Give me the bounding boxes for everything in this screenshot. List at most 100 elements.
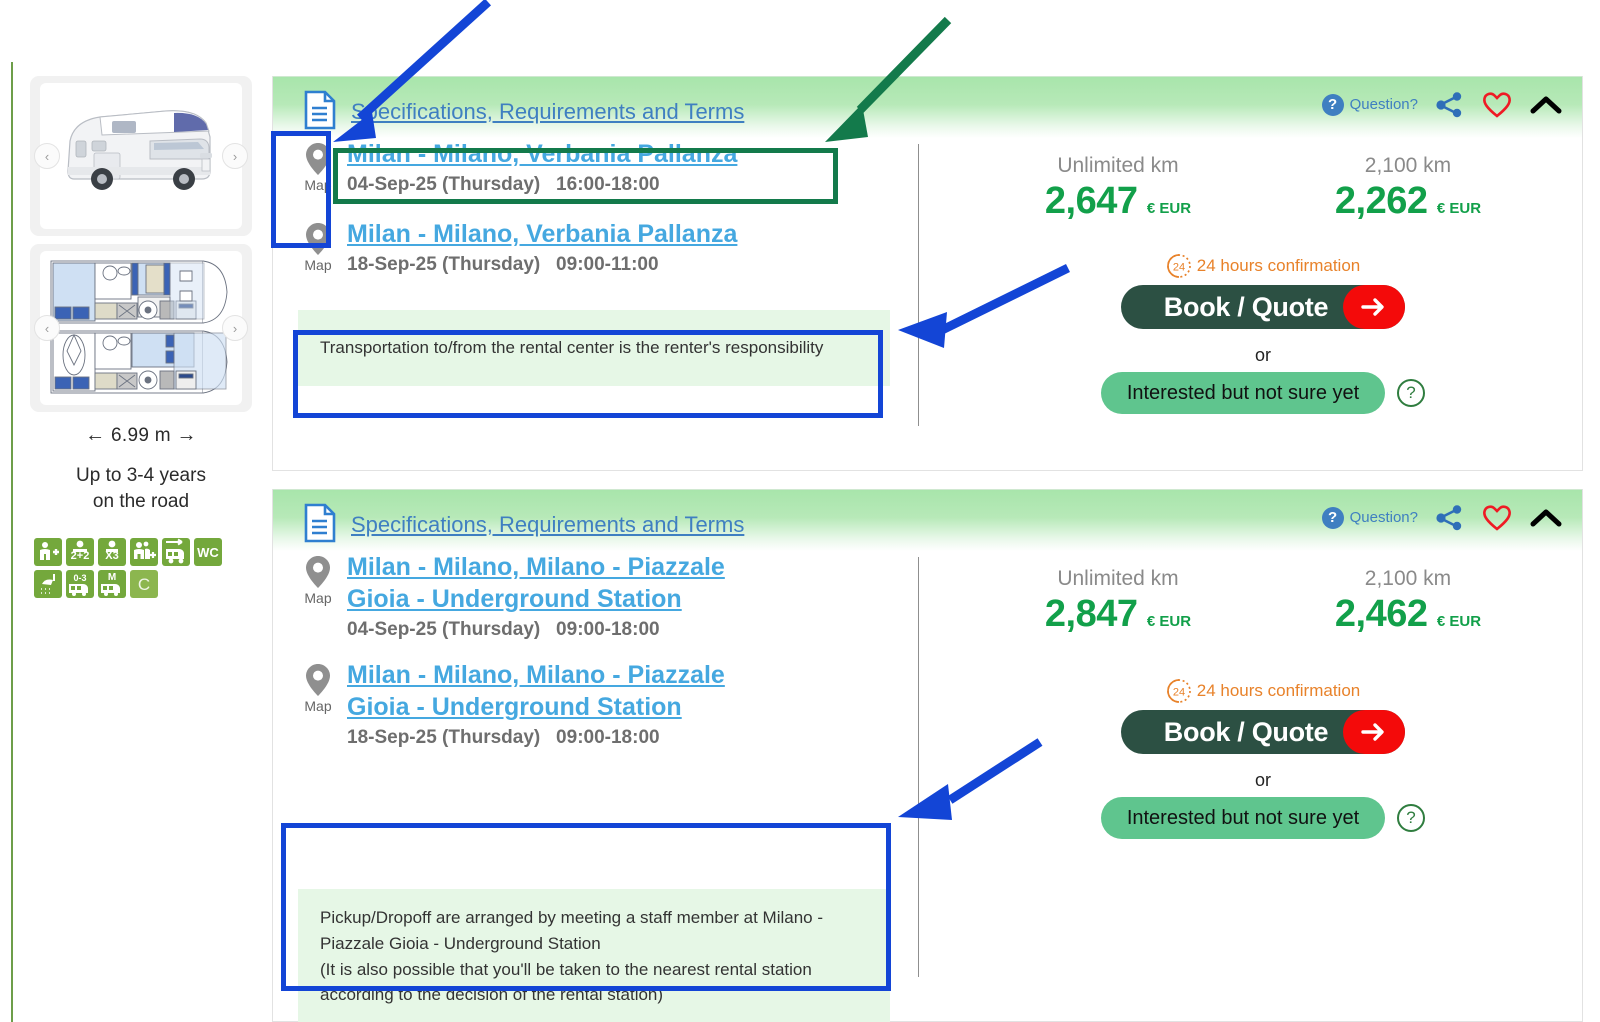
question-button[interactable]: ? Question? [1321,506,1418,529]
map-label: Map [304,590,332,606]
cleaning-icon[interactable]: C [130,570,158,599]
seatbelt-plus-icon[interactable] [34,538,62,567]
photo-prev-button[interactable]: ‹ [34,143,60,169]
wc-label: WC [197,544,219,560]
vehicle-feature-icons: 2+2 X3 WC 0-3 M C [30,538,230,599]
price-column-unlimited: Unlimited km 2,647 € EUR [973,154,1263,223]
chevron-up-icon[interactable] [1530,94,1562,116]
chevron-up-icon[interactable] [1530,507,1562,529]
interested-button[interactable]: Interested but not sure yet [1101,797,1385,839]
or-separator: or [1254,770,1271,790]
pickup-location-text: Milan - Milano, Verbania Pallanza 04-Sep… [347,138,907,196]
price-value: 2,262 [1334,180,1428,222]
pickup-location-text: Milan - Milano, Milano - Piazzale Gioia … [347,551,907,641]
price-column-limited: 2,100 km 2,462 € EUR [1263,567,1553,636]
dropoff-map-button[interactable]: Map [295,222,341,273]
rental-note: Pickup/Dropoff are arranged by meeting a… [298,889,890,1022]
dropoff-location-name-line1[interactable]: Milan - Milano, Milano - Piazzale [347,659,907,691]
dropoff-map-button[interactable]: Map [295,663,341,714]
manual-transmission-icon[interactable]: M [98,570,126,599]
locations-block: Map Milan - Milano, Milano - Piazzale Gi… [287,551,907,753]
age-range-label: 0-3 [73,572,87,583]
photo-next-button[interactable]: › [222,143,248,169]
floorplan-carousel[interactable]: ‹ › [30,244,252,412]
price-columns: Unlimited km 2,847 € EUR 2,100 km 2,462 … [973,567,1553,636]
vehicle-age-note: Up to 3-4 years on the road [30,463,252,514]
help-icon[interactable]: ? [1397,379,1425,407]
map-label: Map [304,177,332,193]
price-and-booking-area: Unlimited km 2,847 € EUR 2,100 km 2,462 … [973,567,1553,839]
interested-button[interactable]: Interested but not sure yet [1101,372,1385,414]
book-quote-button[interactable]: Book / Quote [1121,285,1405,329]
pickup-map-button[interactable]: Map [295,142,341,193]
price-row: 2,262 € EUR [1263,180,1553,223]
map-label: Map [304,257,332,273]
pickup-location-row: Map Milan - Milano, Milano - Piazzale Gi… [287,551,907,641]
price-value: 2,462 [1334,593,1428,635]
pickup-location-name-line2[interactable]: Gioia - Underground Station [347,583,907,615]
interest-row: Interested but not sure yet ? [973,797,1553,839]
book-quote-button[interactable]: Book / Quote [1121,710,1405,754]
svg-text:24: 24 [1173,687,1185,699]
pickup-location-row: Map Milan - Milano, Verbania Pallanza 04… [287,138,907,196]
confirmation-text: 24 hours confirmation [1196,681,1361,700]
question-label: Question? [1349,96,1418,113]
vehicle-length-icon[interactable] [162,538,190,567]
share-icon[interactable] [1436,504,1464,531]
column-divider [918,144,919,426]
vehicle-photo-carousel[interactable]: ‹ › [30,76,252,236]
specifications-link[interactable]: Specifications, Requirements and Terms [351,512,744,538]
transmission-label: M [107,572,117,584]
price-value: 2,847 [1044,593,1138,635]
dropoff-location-name[interactable]: Milan - Milano, Verbania Pallanza [347,218,907,250]
card-header: Specifications, Requirements and Terms ?… [273,489,1582,551]
specifications-link[interactable]: Specifications, Requirements and Terms [351,99,744,125]
arrow-left-icon: ← [85,424,106,446]
map-label: Map [304,698,332,714]
confirmation-note: 24 24 hours confirmation [973,253,1553,279]
shower-icon[interactable] [34,570,62,599]
specifications-link-group[interactable]: Specifications, Requirements and Terms [303,503,744,543]
km-label: Unlimited km [1057,567,1179,590]
arrow-right-icon [1343,285,1405,329]
map-pin-icon [306,223,330,255]
toilet-wc-icon[interactable]: WC [194,538,222,567]
document-icon [304,503,336,543]
dropoff-location-row: Map Milan - Milano, Milano - Piazzale Gi… [287,659,907,749]
specifications-link-group[interactable]: Specifications, Requirements and Terms [303,90,744,130]
price-row: 2,647 € EUR [973,180,1263,223]
page-left-border [11,62,13,1022]
map-pin-icon [306,664,330,696]
help-icon[interactable]: ? [1397,804,1425,832]
question-button[interactable]: ? Question? [1321,93,1418,116]
pickup-map-button[interactable]: Map [295,555,341,606]
dropoff-location-row: Map Milan - Milano, Verbania Pallanza 18… [287,218,907,276]
price-row: 2,847 € EUR [973,593,1263,636]
vehicle-age-line1: Up to 3-4 years [76,465,206,486]
pickup-location-name[interactable]: Milan - Milano, Verbania Pallanza [347,138,907,170]
berths-2plus2-icon[interactable]: 2+2 [66,538,94,567]
price-value: 2,647 [1044,180,1138,222]
vehicle-length-value: 6.99 m [111,425,171,446]
share-icon[interactable] [1436,91,1464,118]
sleeps-x3-icon[interactable]: X3 [98,538,126,567]
price-currency: € EUR [1146,200,1192,217]
floorplan-prev-button[interactable]: ‹ [34,315,60,341]
pickup-datetime: 04-Sep-25 (Thursday) 16:00-18:00 [347,174,660,195]
heart-icon[interactable] [1482,91,1512,118]
dropoff-location-name-line2[interactable]: Gioia - Underground Station [347,691,907,723]
price-currency: € EUR [1146,613,1192,630]
price-currency: € EUR [1436,200,1482,217]
passengers-plus-icon[interactable] [130,538,158,567]
age-0-3-icon[interactable]: 0-3 [66,570,94,599]
price-and-booking-area: Unlimited km 2,647 € EUR 2,100 km 2,262 … [973,154,1553,414]
pickup-location-name-line1[interactable]: Milan - Milano, Milano - Piazzale [347,551,907,583]
question-mark-icon: ? [1321,506,1344,529]
question-mark-icon: ? [1321,93,1344,116]
map-pin-icon [306,556,330,588]
heart-icon[interactable] [1482,504,1512,531]
floorplan-next-button[interactable]: › [222,315,248,341]
question-label: Question? [1349,509,1418,526]
rental-note: Transportation to/from the rental center… [298,310,890,386]
locations-block: Map Milan - Milano, Verbania Pallanza 04… [287,138,907,280]
